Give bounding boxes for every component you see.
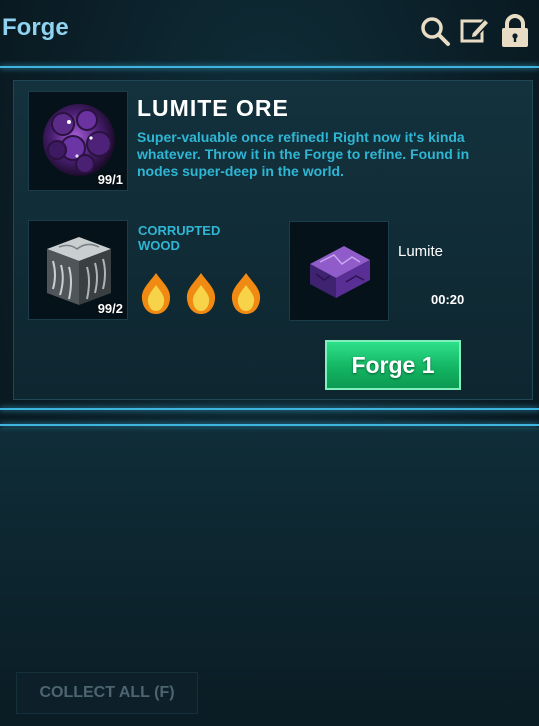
flame-icon	[229, 271, 263, 315]
forge-recipe-panel: 99/1 LUMITE ORE Super-valuable once refi…	[13, 80, 533, 400]
item-description: Super-valuable once refined! Right now i…	[137, 129, 470, 179]
result-name: Lumite	[398, 243, 444, 260]
lumite-bar-icon	[310, 246, 370, 298]
forge-button[interactable]: Forge 1	[325, 340, 461, 390]
item-title: LUMITE ORE	[137, 95, 289, 121]
search-icon[interactable]	[418, 14, 452, 48]
header-divider	[0, 66, 539, 68]
lock-icon[interactable]	[498, 14, 532, 48]
fuel-slot[interactable]: 99/2	[28, 220, 128, 320]
result-slot[interactable]	[289, 221, 389, 321]
collect-all-button[interactable]: COLLECT ALL (F)	[16, 672, 198, 714]
fuel-count: 99/2	[97, 301, 123, 316]
fuel-label: CORRUPTED WOOD	[138, 223, 221, 253]
edit-icon[interactable]	[458, 14, 492, 48]
output-divider	[0, 424, 539, 426]
section-divider	[0, 408, 539, 410]
header-bar: Forge	[0, 0, 539, 62]
ore-slot[interactable]: 99/1	[28, 91, 128, 191]
forge-timer: 00:20	[431, 292, 465, 307]
flame-icon	[139, 271, 173, 315]
ore-count: 99/1	[97, 172, 123, 187]
flame-icon	[184, 271, 218, 315]
window-title: Forge	[2, 14, 69, 41]
